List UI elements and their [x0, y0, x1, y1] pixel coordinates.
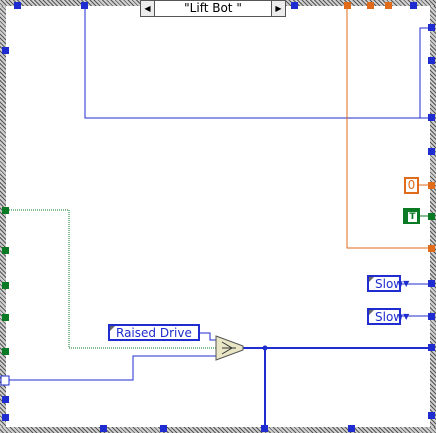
tunnel[interactable]	[348, 425, 355, 432]
enum-slow-2-label: Slow	[375, 309, 404, 324]
tunnel[interactable]	[291, 2, 298, 9]
tunnel[interactable]	[2, 282, 9, 289]
tunnel[interactable]	[2, 414, 9, 421]
enum-slow-1[interactable]: Slow ▼	[367, 275, 409, 292]
enum-raised-drive[interactable]: Raised Drive	[108, 324, 200, 341]
tunnel[interactable]	[428, 280, 435, 287]
enum-corner-marker	[110, 326, 115, 331]
tunnel[interactable]	[2, 314, 9, 321]
tunnel[interactable]	[428, 213, 435, 220]
enum-corner-marker	[369, 310, 374, 315]
tunnel[interactable]	[81, 2, 88, 9]
tunnel[interactable]	[14, 2, 21, 9]
tunnel[interactable]	[367, 2, 374, 9]
tunnel[interactable]	[2, 207, 9, 214]
tunnel[interactable]	[100, 425, 107, 432]
chevron-down-icon[interactable]: ▼	[403, 312, 409, 321]
tunnel[interactable]	[428, 182, 435, 189]
tunnel[interactable]	[410, 2, 417, 9]
case-selector[interactable]: ◀ "Lift Bot " ▶	[140, 0, 286, 17]
tunnel[interactable]	[428, 245, 435, 252]
enum-corner-marker	[369, 277, 374, 282]
tunnel[interactable]	[2, 247, 9, 254]
tunnel[interactable]	[2, 348, 9, 355]
enum-slow-2[interactable]: Slow ▼	[367, 308, 409, 325]
case-increment-button[interactable]: ▶	[271, 1, 285, 16]
tunnel[interactable]	[344, 2, 351, 9]
tunnel[interactable]	[428, 313, 435, 320]
chevron-down-icon[interactable]: ▼	[403, 279, 409, 288]
tunnel[interactable]	[261, 425, 268, 432]
tunnel-layer	[0, 2, 435, 432]
tunnel[interactable]	[0, 375, 10, 386]
tunnel[interactable]	[2, 47, 9, 54]
boolean-constant-label: T	[407, 211, 418, 223]
enum-raised-drive-label: Raised Drive	[116, 325, 192, 340]
tunnel[interactable]	[385, 2, 392, 9]
tunnel[interactable]	[428, 412, 435, 419]
tunnel[interactable]	[428, 24, 435, 31]
block-diagram: ◀ "Lift Bot " ▶ 0 T Raised Drive Slow ▼ …	[0, 0, 436, 433]
case-decrement-button[interactable]: ◀	[141, 1, 155, 16]
tunnel[interactable]	[428, 57, 435, 64]
tunnel[interactable]	[428, 114, 435, 121]
numeric-constant[interactable]: 0	[404, 177, 419, 194]
tunnel[interactable]	[2, 396, 9, 403]
case-selector-label[interactable]: "Lift Bot "	[155, 1, 271, 16]
tunnel[interactable]	[428, 344, 435, 351]
tunnel[interactable]	[428, 148, 435, 155]
boolean-constant[interactable]: T	[403, 208, 420, 224]
enum-slow-1-label: Slow	[375, 276, 404, 291]
tunnel[interactable]	[160, 425, 167, 432]
